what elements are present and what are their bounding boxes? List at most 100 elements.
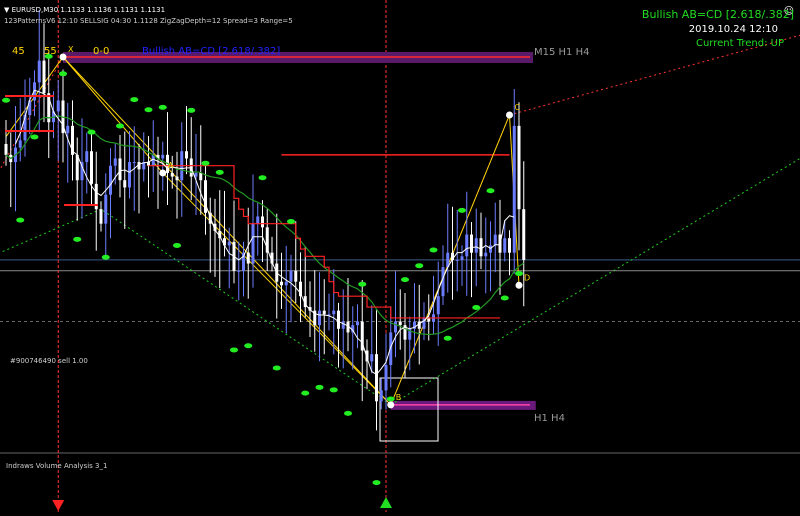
signal-dot — [173, 243, 181, 248]
pattern-point-label: X — [68, 45, 74, 54]
candle-body — [5, 144, 8, 155]
candle-body — [503, 238, 506, 252]
candle-body — [133, 162, 136, 163]
signal-dot — [187, 108, 195, 113]
candle-body — [380, 390, 383, 401]
signal-dot — [59, 71, 67, 76]
signal-dot — [401, 277, 409, 282]
candle-body — [522, 209, 525, 260]
candle-body — [57, 100, 60, 111]
pattern-point-label: C — [515, 103, 521, 112]
candle-body — [461, 256, 464, 260]
candle-body — [199, 173, 202, 180]
candle-body — [280, 282, 283, 286]
candle-body — [394, 322, 397, 333]
candle-body — [508, 238, 511, 252]
candle-body — [195, 173, 198, 177]
chart-background — [0, 0, 800, 512]
signal-dot — [387, 396, 395, 401]
signal-dot — [444, 336, 452, 341]
swing-point — [60, 53, 67, 60]
signal-dot — [102, 255, 110, 260]
signal-dot — [159, 105, 167, 110]
candle-body — [252, 224, 255, 264]
swing-point — [516, 282, 523, 289]
pattern-datetime: 2019.10.24 12:10 — [689, 24, 778, 35]
candle-body — [100, 209, 103, 223]
signal-dot — [31, 135, 39, 140]
signal-dot — [501, 296, 509, 301]
signal-dot — [73, 237, 81, 242]
candle-body — [456, 260, 459, 261]
order-line-label[interactable]: #900746490 sell 1.00 — [10, 357, 88, 365]
candle-body — [176, 177, 179, 181]
candle-body — [385, 365, 388, 390]
signal-dot — [358, 282, 366, 287]
signal-dot — [145, 107, 153, 112]
candle-body — [318, 311, 321, 325]
current-trend-label: Current Trend: UP — [696, 38, 784, 49]
candle-body — [484, 253, 487, 257]
signal-dot — [330, 387, 338, 392]
signal-dot — [316, 385, 324, 390]
signal-dot — [373, 480, 381, 485]
candle-body — [90, 151, 93, 184]
candle-body — [356, 322, 359, 326]
symbol-ohlc-label: ▼ EURUSD,M30 1.1133 1.1136 1.1131 1.1131 — [4, 6, 165, 14]
signal-dot — [430, 248, 438, 253]
zigzag-level-label: 55 — [44, 46, 57, 57]
subwindow-title: Indraws Volume Analysis 3_1 — [6, 462, 107, 470]
pattern-point-label: A — [168, 161, 174, 170]
candle-body — [171, 173, 174, 177]
signal-dot — [515, 271, 523, 276]
swing-point — [387, 401, 394, 408]
signal-dot — [216, 170, 224, 175]
candle-body — [185, 151, 188, 158]
swing-point — [159, 169, 166, 176]
candle-body — [109, 166, 112, 195]
price-chart[interactable]: XABCD — [0, 0, 800, 512]
chart-area[interactable]: XABCD ▼ EURUSD,M30 1.1133 1.1136 1.1131 … — [0, 0, 800, 512]
candle-body — [290, 271, 293, 282]
candle-body — [85, 151, 88, 162]
candle-body — [375, 354, 378, 401]
candle-body — [480, 238, 483, 256]
signal-dot — [116, 123, 124, 128]
signal-dot — [273, 365, 281, 370]
candle-body — [66, 126, 69, 133]
swing-point — [506, 111, 513, 118]
top-bar-pattern-label: Bullish AB=CD [2.618/.382] — [142, 46, 280, 57]
candle-body — [475, 238, 478, 252]
signal-dot — [202, 161, 210, 166]
candle-body — [323, 311, 326, 315]
indicator-status-label: 123PatternsV6 12:10 SELLSIG 04:30 1.1128… — [4, 17, 293, 25]
signal-dot — [487, 188, 495, 193]
signal-dot — [287, 219, 295, 224]
signal-dot — [2, 98, 10, 103]
candle-body — [465, 235, 468, 257]
candle-body — [38, 61, 41, 83]
candle-body — [247, 253, 250, 264]
signal-dot — [16, 218, 24, 223]
candle-body — [399, 322, 402, 326]
candle-body — [237, 271, 240, 272]
candle-body — [337, 311, 340, 329]
zigzag-ratio-label: 0-0 — [93, 46, 109, 57]
candle-body — [370, 354, 373, 361]
candle-body — [261, 216, 264, 227]
zigzag-count-label: 45 — [12, 46, 25, 57]
signal-dot — [130, 97, 138, 102]
candle-body — [513, 126, 516, 253]
candle-body — [128, 162, 131, 187]
candle-body — [104, 195, 107, 224]
candle-body — [19, 140, 22, 147]
candle-body — [256, 216, 259, 223]
candle-body — [518, 126, 521, 209]
candle-body — [342, 322, 345, 329]
candle-body — [114, 158, 117, 165]
candle-body — [123, 180, 126, 187]
candle-body — [285, 282, 288, 286]
signal-dot — [301, 391, 309, 396]
candle-body — [332, 311, 335, 315]
signal-dot — [230, 347, 238, 352]
